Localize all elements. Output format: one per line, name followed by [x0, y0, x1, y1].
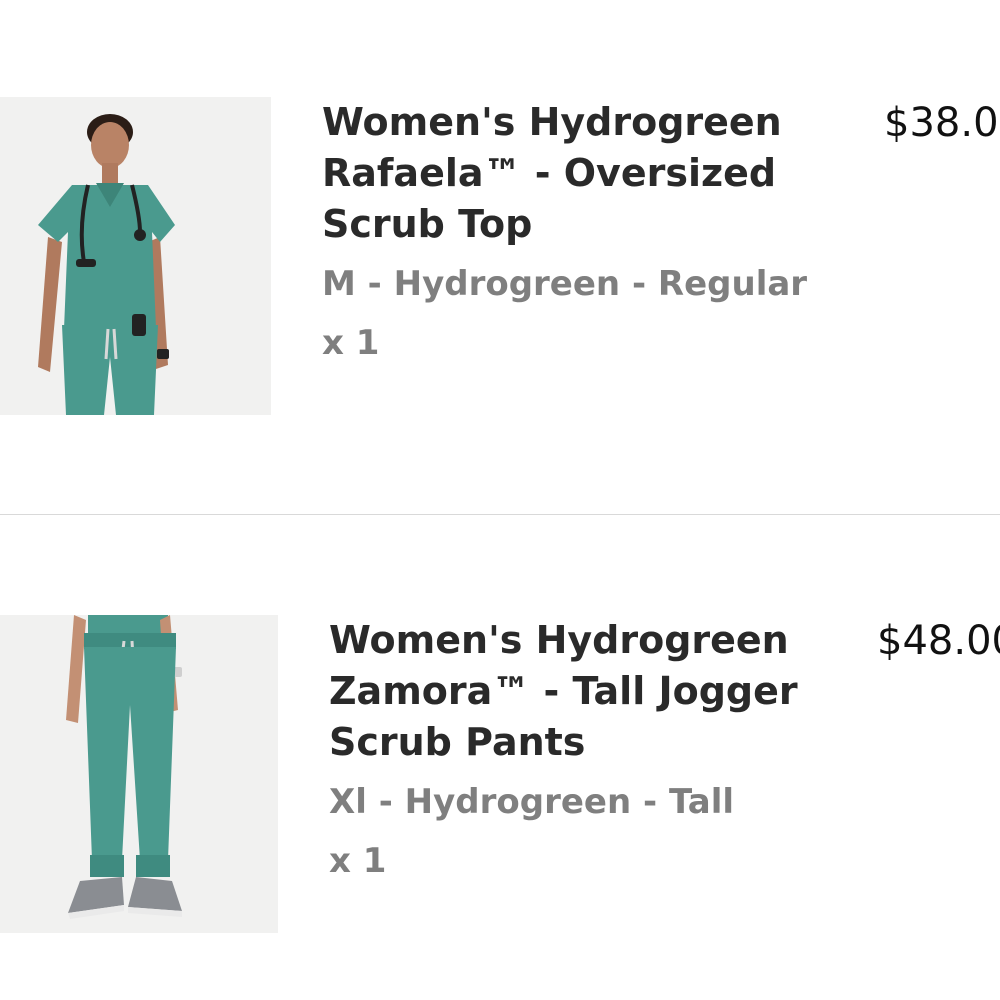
product-quantity: x 1: [329, 841, 387, 881]
product-variant: M - Hydrogreen - Regular: [322, 264, 808, 304]
item-divider: [0, 514, 1000, 515]
product-variant: Xl - Hydrogreen - Tall: [329, 782, 735, 822]
jogger-pants-model-illustration: [0, 615, 278, 933]
scrub-top-model-illustration: [0, 97, 271, 415]
product-title[interactable]: Women's Hydrogreen Zamora™ - Tall Jogger…: [329, 615, 869, 768]
cart-page: Women's Hydrogreen Rafaela™ - Oversized …: [0, 0, 1000, 1000]
product-title[interactable]: Women's Hydrogreen Rafaela™ - Oversized …: [322, 97, 862, 250]
product-price: $38.00: [884, 100, 1000, 146]
product-quantity: x 1: [322, 323, 380, 363]
product-price: $48.00: [877, 618, 1000, 664]
product-image[interactable]: [0, 615, 278, 933]
product-image[interactable]: [0, 97, 271, 415]
